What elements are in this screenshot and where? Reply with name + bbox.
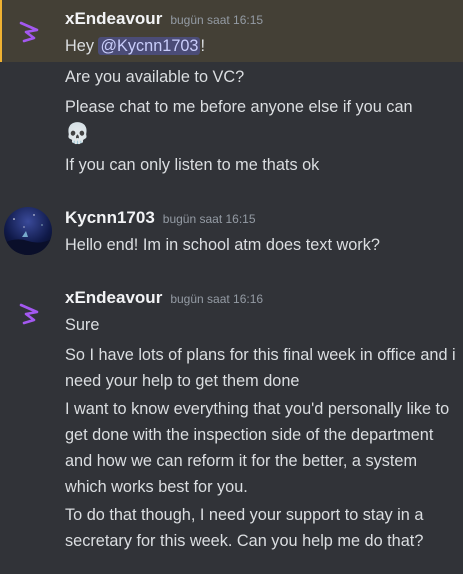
message-text: Hey @Kycnn1703! [65,33,460,59]
skull-emoji: 💀 [65,123,90,145]
message-header: Kycnn1703 bugün saat 16:15 [65,208,256,230]
message-text: To do that though, I need your support t… [65,506,424,550]
message-text-suffix: ! [200,37,206,55]
message-header: xEndeavour bugün saat 16:16 [65,288,263,310]
timestamp[interactable]: bugün saat 16:15 [170,13,263,27]
timestamp[interactable]: bugün saat 16:15 [163,212,256,226]
timestamp[interactable]: bugün saat 16:16 [170,292,263,306]
message-header: xEndeavour bugün saat 16:15 [65,9,263,31]
message-text: Please chat to me before anyone else if … [65,98,413,116]
message-text: Are you available to VC? [65,68,245,86]
message-text: Hello end! Im in school atm does text wo… [65,236,380,254]
feather-logo-icon [19,21,39,43]
user-mention[interactable]: @Kycnn1703 [98,37,201,55]
message-text-prefix: Hey [65,37,99,55]
message-text: So I have lots of plans for this final w… [65,346,456,390]
username-kycnn1703[interactable]: Kycnn1703 [65,208,155,227]
message-text: Sure [65,316,100,334]
feather-logo-icon [19,303,39,325]
message-text: I want to know everything that you'd per… [65,400,450,496]
avatar-kycnn1703[interactable] [4,207,52,255]
avatar-xendeavour-1[interactable] [4,8,52,56]
username-xendeavour[interactable]: xEndeavour [65,288,162,307]
night-sky-avatar-icon [4,207,52,255]
username-xendeavour[interactable]: xEndeavour [65,9,162,28]
avatar-xendeavour-2[interactable] [4,290,52,338]
message-text: If you can only listen to me thats ok [65,156,320,174]
